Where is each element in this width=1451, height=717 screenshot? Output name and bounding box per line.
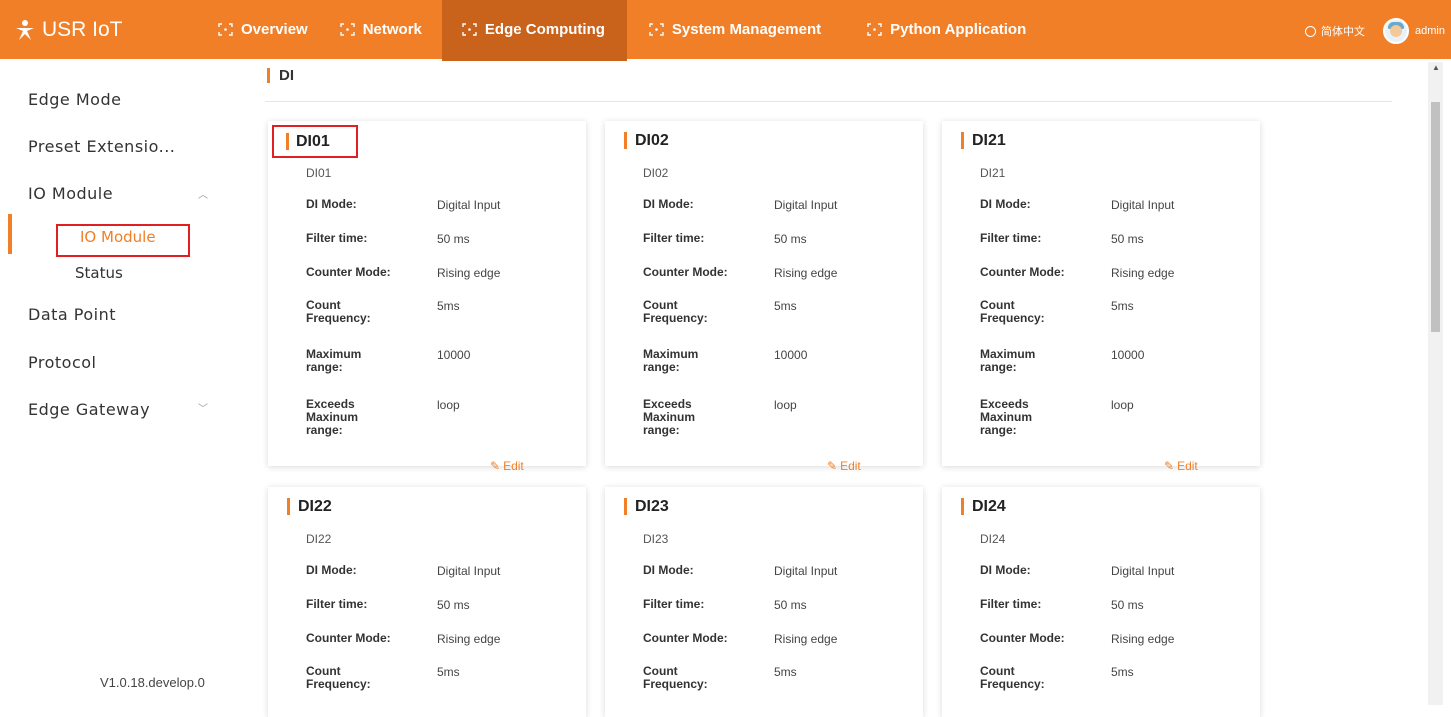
sidebar: Edge Mode Preset Extensio... IO Module ︿… [8,68,236,705]
globe-icon [1305,25,1317,37]
sidebar-item-io-module[interactable]: IO Module [28,184,113,203]
edit-button[interactable]: ✎ Edit [490,459,524,473]
card-title: DI21 [961,132,1006,149]
card-title: DI22 [287,498,332,515]
di-card: DI21 DI21 DI Mode: Digital Input Filter t… [942,121,1260,473]
card-title: DI23 [624,498,669,515]
sidebar-item-data-point[interactable]: Data Point [28,305,116,324]
version-label: V1.0.18.develop.0 [100,675,205,690]
sidebar-subitem-status[interactable]: Status [75,264,123,282]
chevron-up-icon[interactable]: ︿ [198,186,208,201]
brand-name: USR IoT [42,17,123,41]
nav-system-management[interactable]: System Management [627,0,841,61]
edit-button[interactable]: ✎ Edit [1164,459,1198,473]
di-card: DI24 DI24 DI Mode: Digital Input Filter t… [942,487,1260,717]
avatar[interactable] [1383,18,1410,44]
card-title: DI24 [961,498,1006,515]
nav-overview[interactable]: Overview [206,0,328,61]
sidebar-item-edge-mode[interactable]: Edge Mode [28,90,121,109]
main-nav: Overview Network Edge Computing System M… [206,0,1046,61]
focus-frame-icon [218,23,233,36]
sidebar-item-edge-gateway[interactable]: Edge Gateway [28,400,150,419]
pencil-icon: ✎ [490,459,501,473]
edit-button[interactable]: ✎ Edit [827,459,861,473]
scrollbar-thumb[interactable] [1431,102,1440,332]
section-title: DI [267,68,294,83]
nav-network[interactable]: Network [328,0,442,61]
pencil-icon: ✎ [827,459,838,473]
divider [265,101,1392,102]
scroll-up-arrow-icon[interactable]: ▲ [1432,63,1440,72]
usr-logo-icon [16,19,34,40]
focus-frame-icon [649,23,664,36]
focus-frame-icon [340,23,355,36]
brand-logo[interactable]: USR IoT [0,18,206,42]
top-right-area: 简体中文 admin [1305,0,1451,62]
card-title: DI01 [272,125,358,158]
sidebar-item-preset-extension[interactable]: Preset Extensio... [28,137,175,156]
language-switcher[interactable]: 简体中文 [1305,23,1365,39]
sidebar-subitem-io-module[interactable]: IO Module [56,224,190,257]
pencil-icon: ✎ [1164,459,1175,473]
language-label: 简体中文 [1321,26,1366,38]
di-card: DI01 DI01 DI Mode: Digital Input Filter t… [268,121,586,473]
di-card: DI23 DI23 DI Mode: Digital Input Filter t… [605,487,923,717]
di-card: DI02 DI02 DI Mode: Digital Input Filter t… [605,121,923,473]
card-subtitle: DI23 [643,532,669,546]
card-title: DI02 [624,132,669,149]
di-card: DI22 DI22 DI Mode: Digital Input Filter t… [268,487,586,717]
card-subtitle: DI02 [643,166,669,180]
vertical-scrollbar[interactable]: ▲ [1428,62,1443,705]
top-navigation-bar: USR IoT Overview Network Edge Computing … [0,0,1451,62]
card-subtitle: DI22 [306,532,332,546]
focus-frame-icon [867,23,882,36]
username[interactable]: admin [1415,25,1445,37]
focus-frame-icon [462,23,477,36]
chevron-down-icon[interactable]: ﹀ [198,400,208,415]
active-indicator [8,214,12,254]
sidebar-item-protocol[interactable]: Protocol [28,353,96,372]
card-subtitle: DI21 [980,166,1006,180]
nav-python-application[interactable]: Python Application [841,0,1046,61]
nav-edge-computing[interactable]: Edge Computing [441,0,627,61]
card-subtitle: DI24 [980,532,1006,546]
card-subtitle: DI01 [306,166,332,180]
